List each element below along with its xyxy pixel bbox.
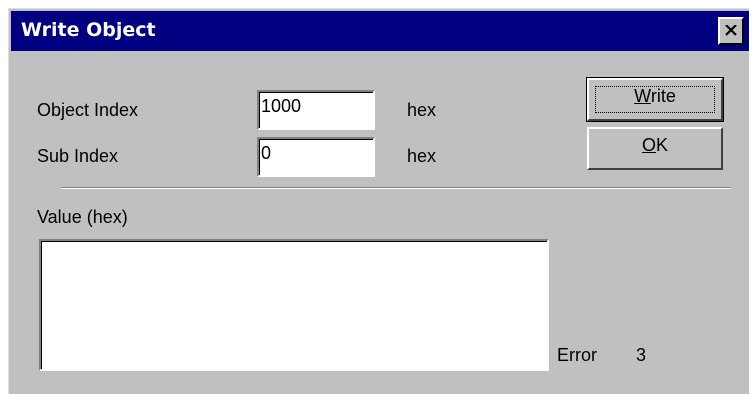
object-index-label: Object Index — [37, 100, 139, 120]
close-button[interactable] — [718, 17, 744, 45]
sub-index-unit: hex — [407, 146, 437, 166]
write-button[interactable]: Write — [586, 77, 724, 122]
sub-index-input[interactable]: 0 — [257, 137, 375, 177]
window-title: Write Object — [21, 19, 156, 41]
title-bar: Write Object — [11, 11, 749, 51]
object-index-unit: hex — [407, 100, 437, 120]
ok-button-label: OK — [641, 135, 669, 155]
value-textarea[interactable] — [39, 239, 549, 371]
write-button-label: Write — [634, 86, 676, 106]
sub-index-label: Sub Index — [37, 146, 119, 166]
ok-button[interactable]: OK — [587, 127, 723, 170]
value-label: Value (hex) — [37, 207, 128, 227]
write-object-dialog: Write Object Object Index 1000 hex Sub I… — [8, 8, 749, 394]
close-icon — [725, 25, 737, 36]
object-index-input[interactable]: 1000 — [257, 90, 375, 130]
separator — [61, 187, 731, 189]
error-value: 3 — [636, 345, 647, 365]
error-label: Error — [557, 345, 597, 365]
